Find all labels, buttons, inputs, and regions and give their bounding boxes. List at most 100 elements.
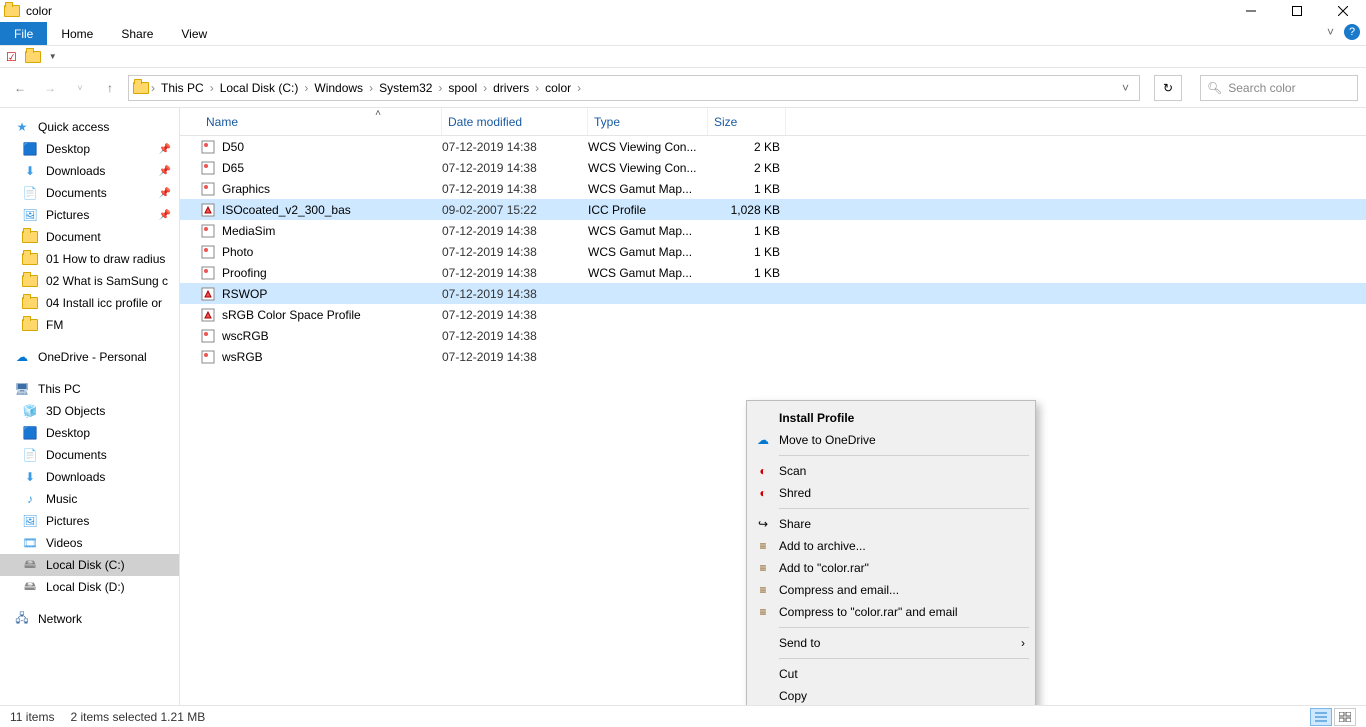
- onedrive-root[interactable]: ☁ OneDrive - Personal: [0, 346, 179, 368]
- star-icon: ★: [14, 119, 30, 135]
- sidebar-item[interactable]: 04 Install icc profile or: [0, 292, 179, 314]
- sidebar-item[interactable]: 🧊3D Objects: [0, 400, 179, 422]
- sidebar-item[interactable]: Document: [0, 226, 179, 248]
- sidebar-item[interactable]: 🖴Local Disk (C:): [0, 554, 179, 576]
- this-pc-root[interactable]: 🖥 This PC: [0, 378, 179, 400]
- documents-icon: 📄: [22, 185, 38, 201]
- table-row[interactable]: MediaSim07-12-2019 14:38WCS Gamut Map...…: [180, 220, 1366, 241]
- tab-file[interactable]: File: [0, 22, 47, 45]
- table-row[interactable]: Graphics07-12-2019 14:38WCS Gamut Map...…: [180, 178, 1366, 199]
- sidebar-item[interactable]: 01 How to draw radius: [0, 248, 179, 270]
- address-dropdown-icon[interactable]: ˅: [1116, 81, 1135, 95]
- address-folder-icon: [133, 80, 149, 96]
- sidebar-item[interactable]: 📄Documents📌: [0, 182, 179, 204]
- refresh-button[interactable]: ↻: [1154, 75, 1182, 101]
- table-row[interactable]: Photo07-12-2019 14:38WCS Gamut Map...1 K…: [180, 241, 1366, 262]
- sidebar-item[interactable]: 🎞Videos: [0, 532, 179, 554]
- sidebar-item[interactable]: 🟦Desktop📌: [0, 138, 179, 160]
- cm-install-profile[interactable]: Install Profile: [747, 407, 1035, 429]
- crumb-sep[interactable]: ›: [208, 81, 216, 95]
- help-icon[interactable]: ?: [1344, 24, 1360, 40]
- crumb-sep[interactable]: ›: [575, 81, 583, 95]
- breadcrumb-segment[interactable]: Local Disk (C:): [216, 81, 303, 95]
- nav-recent-dropdown[interactable]: ˅: [68, 76, 92, 100]
- table-row[interactable]: ISOcoated_v2_300_bas09-02-2007 15:22ICC …: [180, 199, 1366, 220]
- table-row[interactable]: Proofing07-12-2019 14:38WCS Gamut Map...…: [180, 262, 1366, 283]
- context-menu: Install Profile ☁Move to OneDrive ◐Scan …: [746, 400, 1036, 727]
- qat-newfolder-icon[interactable]: [25, 49, 41, 65]
- sidebar-item[interactable]: 🖼Pictures: [0, 510, 179, 532]
- table-row[interactable]: wscRGB07-12-2019 14:38: [180, 325, 1366, 346]
- breadcrumb-segment[interactable]: System32: [375, 81, 436, 95]
- breadcrumb-segment[interactable]: spool: [444, 81, 481, 95]
- cm-share[interactable]: ↪Share: [747, 513, 1035, 535]
- network-root[interactable]: 🖧 Network: [0, 608, 179, 630]
- nav-back-button[interactable]: ←: [8, 76, 32, 100]
- sidebar-item[interactable]: 🖼Pictures📌: [0, 204, 179, 226]
- close-button[interactable]: [1320, 0, 1366, 22]
- cm-shred[interactable]: ◐Shred: [747, 482, 1035, 504]
- cm-move-onedrive[interactable]: ☁Move to OneDrive: [747, 429, 1035, 451]
- nav-up-button[interactable]: ↑: [98, 76, 122, 100]
- search-box[interactable]: 🔍︎ Search color: [1200, 75, 1358, 101]
- sidebar-item[interactable]: ⬇Downloads: [0, 466, 179, 488]
- sidebar-item[interactable]: 02 What is SamSung c: [0, 270, 179, 292]
- breadcrumb-segment[interactable]: drivers: [489, 81, 533, 95]
- cm-cut[interactable]: Cut: [747, 663, 1035, 685]
- table-row[interactable]: D5007-12-2019 14:38WCS Viewing Con...2 K…: [180, 136, 1366, 157]
- file-type: WCS Viewing Con...: [588, 161, 708, 175]
- cm-copy[interactable]: Copy: [747, 685, 1035, 707]
- tab-home[interactable]: Home: [47, 22, 107, 45]
- quick-access-root[interactable]: ★ Quick access: [0, 116, 179, 138]
- breadcrumb-segment[interactable]: This PC: [157, 81, 208, 95]
- file-size: 1 KB: [708, 182, 786, 196]
- cm-add-to[interactable]: ≡Add to "color.rar": [747, 557, 1035, 579]
- breadcrumb-segment[interactable]: Windows: [310, 81, 367, 95]
- minimize-button[interactable]: [1228, 0, 1274, 22]
- cm-send-to[interactable]: Send to›: [747, 632, 1035, 654]
- desktop-icon: 🟦: [22, 425, 38, 441]
- table-row[interactable]: sRGB Color Space Profile07-12-2019 14:38: [180, 304, 1366, 325]
- crumb-sep[interactable]: ›: [533, 81, 541, 95]
- sidebar-item-label: Local Disk (D:): [46, 580, 125, 594]
- cm-add-archive[interactable]: ≡Add to archive...: [747, 535, 1035, 557]
- nav-forward-button[interactable]: →: [38, 76, 62, 100]
- tab-share[interactable]: Share: [107, 22, 167, 45]
- folder-icon: [22, 229, 38, 245]
- cm-scan[interactable]: ◐Scan: [747, 460, 1035, 482]
- sidebar-item[interactable]: 🟦Desktop: [0, 422, 179, 444]
- folder-icon: [22, 251, 38, 267]
- qat-properties-icon[interactable]: ☑: [6, 50, 17, 64]
- winrar-icon: ≡: [755, 604, 771, 620]
- table-row[interactable]: RSWOP07-12-2019 14:38: [180, 283, 1366, 304]
- crumb-sep[interactable]: ›: [367, 81, 375, 95]
- col-header-name[interactable]: Name˄: [200, 108, 442, 135]
- qat-dropdown-icon[interactable]: ▼: [49, 52, 57, 61]
- view-details-button[interactable]: [1310, 708, 1332, 726]
- col-header-type[interactable]: Type: [588, 108, 708, 135]
- col-header-date[interactable]: Date modified: [442, 108, 588, 135]
- sidebar-item[interactable]: ♪Music: [0, 488, 179, 510]
- ribbon-collapse-icon[interactable]: ˅: [1327, 25, 1334, 39]
- content-pane: Name˄ Date modified Type Size D5007-12-2…: [180, 108, 1366, 705]
- sidebar-item[interactable]: FM: [0, 314, 179, 336]
- sidebar-item-label: 01 How to draw radius: [46, 252, 165, 266]
- sidebar-item[interactable]: ⬇Downloads📌: [0, 160, 179, 182]
- table-row[interactable]: D6507-12-2019 14:38WCS Viewing Con...2 K…: [180, 157, 1366, 178]
- winrar-icon: ≡: [755, 582, 771, 598]
- table-row[interactable]: wsRGB07-12-2019 14:38: [180, 346, 1366, 367]
- view-large-icons-button[interactable]: [1334, 708, 1356, 726]
- tab-view[interactable]: View: [167, 22, 221, 45]
- col-header-size[interactable]: Size: [708, 108, 786, 135]
- breadcrumb-segment[interactable]: color: [541, 81, 575, 95]
- cm-compress-email[interactable]: ≡Compress and email...: [747, 579, 1035, 601]
- maximize-button[interactable]: [1274, 0, 1320, 22]
- address-bar[interactable]: › This PC›Local Disk (C:)›Windows›System…: [128, 75, 1140, 101]
- sidebar-item[interactable]: 📄Documents: [0, 444, 179, 466]
- ribbon: File Home Share View ˅ ?: [0, 22, 1366, 46]
- crumb-sep[interactable]: ›: [149, 81, 157, 95]
- cm-compress-to[interactable]: ≡Compress to "color.rar" and email: [747, 601, 1035, 623]
- crumb-sep[interactable]: ›: [481, 81, 489, 95]
- pin-icon: 📌: [159, 144, 171, 155]
- sidebar-item[interactable]: 🖴Local Disk (D:): [0, 576, 179, 598]
